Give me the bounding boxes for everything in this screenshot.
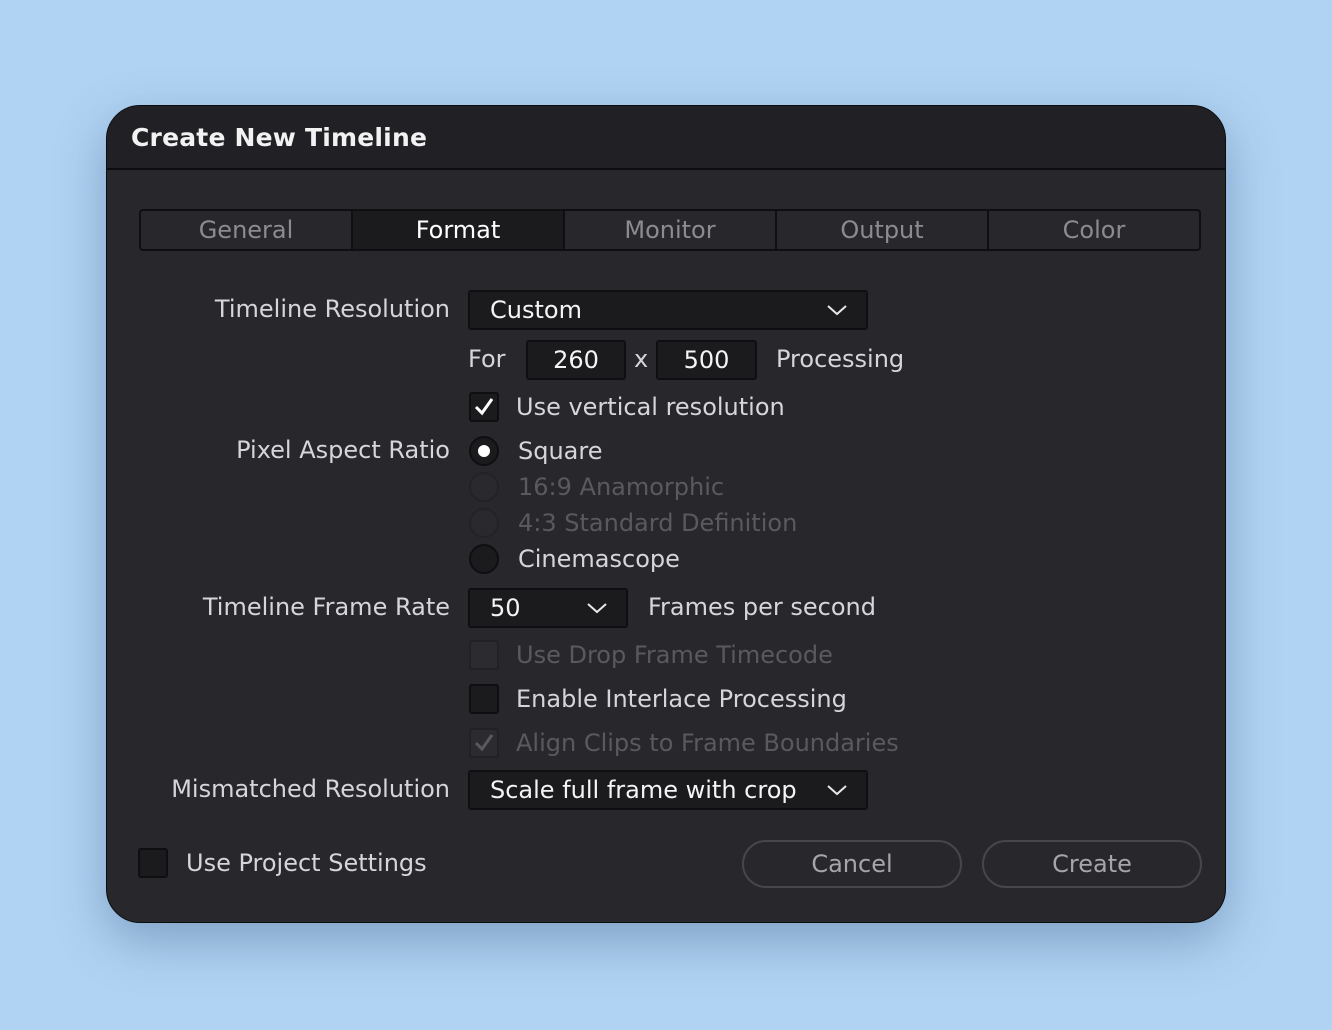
- create-timeline-dialog: Create New Timeline General Format Monit…: [106, 105, 1226, 923]
- interlace-checkbox[interactable]: [469, 684, 499, 714]
- checkmark-icon: [474, 398, 494, 416]
- timeline-resolution-label: Timeline Resolution: [214, 295, 450, 323]
- timeline-resolution-value: Custom: [490, 296, 582, 324]
- radio-standard-definition-label: 4:3 Standard Definition: [518, 509, 798, 537]
- radio-standard-definition: [469, 508, 499, 538]
- drop-frame-checkbox: [469, 640, 499, 670]
- align-clips-label: Align Clips to Frame Boundaries: [516, 729, 899, 757]
- pixel-aspect-ratio-label: Pixel Aspect Ratio: [236, 436, 450, 464]
- x-separator: x: [634, 345, 649, 373]
- use-project-settings-label: Use Project Settings: [186, 849, 427, 877]
- frame-rate-select[interactable]: 50: [468, 588, 628, 628]
- tab-format[interactable]: Format: [353, 211, 565, 249]
- tab-bar: General Format Monitor Output Color: [139, 209, 1201, 251]
- radio-square-label: Square: [518, 437, 603, 465]
- create-button[interactable]: Create: [982, 840, 1202, 888]
- radio-anamorphic-label: 16:9 Anamorphic: [518, 473, 725, 501]
- vertical-resolution-checkbox[interactable]: [469, 392, 499, 422]
- dialog-titlebar: Create New Timeline: [107, 106, 1225, 170]
- processing-label: Processing: [776, 345, 905, 373]
- timeline-resolution-select[interactable]: Custom: [468, 290, 868, 330]
- tab-output[interactable]: Output: [777, 211, 989, 249]
- radio-anamorphic: [469, 472, 499, 502]
- resolution-width-input[interactable]: 260: [526, 340, 626, 380]
- chevron-down-icon: [827, 785, 847, 796]
- for-label: For: [468, 345, 506, 373]
- interlace-label: Enable Interlace Processing: [516, 685, 847, 713]
- align-clips-checkbox: [469, 728, 499, 758]
- chevron-down-icon: [587, 603, 607, 614]
- tab-general[interactable]: General: [141, 211, 353, 249]
- tab-color[interactable]: Color: [989, 211, 1199, 249]
- radio-cinemascope[interactable]: [469, 544, 499, 574]
- frame-rate-label: Timeline Frame Rate: [202, 593, 450, 621]
- mismatched-resolution-label: Mismatched Resolution: [171, 775, 450, 803]
- cancel-button[interactable]: Cancel: [742, 840, 962, 888]
- drop-frame-label: Use Drop Frame Timecode: [516, 641, 833, 669]
- vertical-resolution-label: Use vertical resolution: [516, 393, 785, 421]
- mismatched-resolution-select[interactable]: Scale full frame with crop: [468, 770, 868, 810]
- frames-per-second-label: Frames per second: [648, 593, 876, 621]
- checkmark-icon: [474, 734, 494, 752]
- use-project-settings-checkbox[interactable]: [138, 848, 168, 878]
- radio-selected-dot: [478, 445, 490, 457]
- resolution-height-input[interactable]: 500: [656, 340, 757, 380]
- radio-cinemascope-label: Cinemascope: [518, 545, 680, 573]
- radio-square[interactable]: [469, 436, 499, 466]
- tab-monitor[interactable]: Monitor: [565, 211, 777, 249]
- frame-rate-value: 50: [490, 594, 521, 622]
- chevron-down-icon: [827, 305, 847, 316]
- mismatched-resolution-value: Scale full frame with crop: [490, 776, 797, 804]
- dialog-title: Create New Timeline: [131, 123, 428, 152]
